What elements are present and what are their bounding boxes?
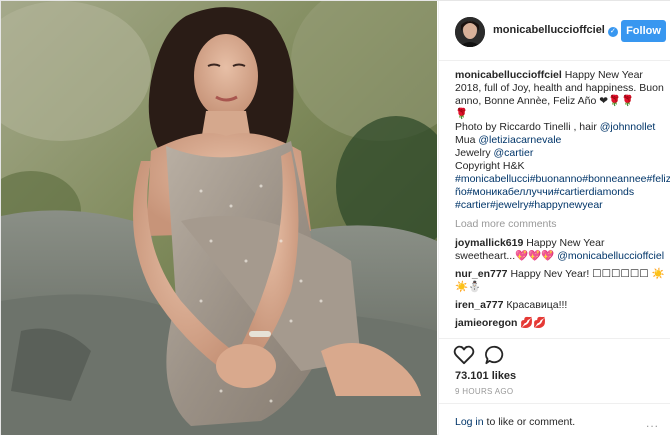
jewelry-mention-link[interactable]: @cartier — [494, 147, 534, 159]
photo-credit-text: Photo by Riccardo Tinelli , hair — [455, 121, 600, 133]
likes-count[interactable]: 73.101 likes — [455, 370, 516, 382]
post-timestamp: 9 HOURS AGO — [455, 387, 514, 396]
hair-mention-link[interactable]: @johnnollet — [600, 121, 656, 133]
header-username[interactable]: monicabelluccioffciel ✓ — [493, 24, 618, 37]
comment-icon-svg — [485, 345, 504, 365]
caption: monicabelluccioffciel Happy New Year 201… — [455, 69, 670, 212]
comments-section: monicabelluccioffciel Happy New Year 201… — [455, 69, 670, 335]
login-rest-text: to like or comment. — [483, 416, 576, 428]
comment-text: 💋💋 — [520, 317, 547, 329]
post-card: monicabelluccioffciel ✓ Follow monicabell… — [0, 0, 670, 435]
list-item: joymallick619 Happy New Year sweetheart.… — [455, 237, 667, 263]
list-item: jamieoregon 💋💋 — [455, 317, 667, 330]
login-bar: Log in to like or comment. ... — [439, 403, 670, 435]
caption-username[interactable]: monicabelluccioffciel — [455, 69, 562, 81]
copyright-text: Copyright H&K — [455, 160, 525, 172]
comment-username[interactable]: nur_en777 — [455, 268, 508, 280]
post-photo[interactable] — [1, 1, 437, 435]
heart-icon-svg — [453, 345, 475, 365]
avatar[interactable] — [455, 17, 485, 47]
list-item: nur_en777 Happy Nev Year! ☐☐☐☐☐☐ ☀️☀️⛄ — [455, 268, 667, 294]
login-prompt: Log in to like or comment. — [455, 416, 575, 428]
post-header: monicabelluccioffciel ✓ Follow — [439, 1, 670, 61]
caption-emoji-line: 🌹 — [455, 108, 469, 120]
header-username-text[interactable]: monicabelluccioffciel — [493, 24, 605, 36]
login-link[interactable]: Log in — [455, 416, 484, 428]
follow-button[interactable]: Follow — [621, 20, 666, 42]
comment-username[interactable]: jamieoregon — [455, 317, 517, 329]
more-options-icon[interactable]: ... — [646, 416, 659, 430]
hashtag-links[interactable]: #monicabellucci#buonanno#bonneannee#feli… — [455, 173, 670, 212]
list-item: iren_a777 Красавица!!! — [455, 299, 667, 312]
comment-text: Красавица!!! — [506, 299, 568, 311]
post-actions: 73.101 likes 9 HOURS AGO Log in to like … — [439, 338, 670, 435]
verified-badge-icon: ✓ — [607, 27, 618, 37]
heart-icon[interactable] — [453, 345, 475, 365]
mua-mention-link[interactable]: @letiziacarnevale — [478, 134, 561, 146]
post-sidebar: monicabelluccioffciel ✓ Follow monicabell… — [438, 1, 670, 435]
comment-username[interactable]: joymallick619 — [455, 237, 523, 249]
comment-username[interactable]: iren_a777 — [455, 299, 503, 311]
comment-icon[interactable] — [484, 345, 506, 365]
avatar-image — [455, 17, 485, 47]
photo-illustration — [1, 1, 437, 435]
jewelry-label: Jewelry — [455, 147, 494, 159]
mua-label: Mua — [455, 134, 479, 146]
comment-mention-link[interactable]: @monicabelluccioffciel — [557, 250, 664, 262]
load-more-comments-link[interactable]: Load more comments — [455, 218, 667, 231]
